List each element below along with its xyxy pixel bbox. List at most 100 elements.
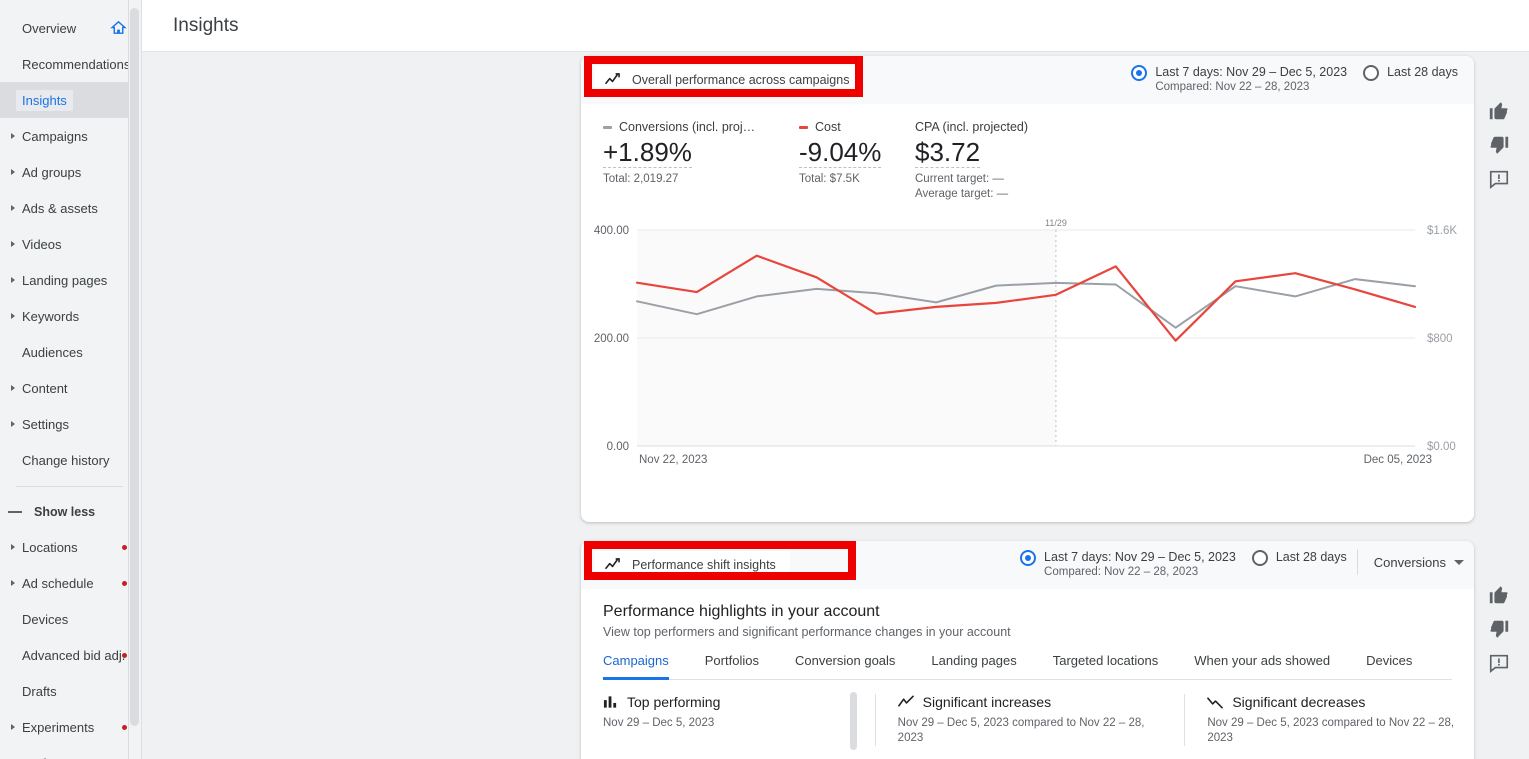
sidebar-scrollbar[interactable] (128, 0, 141, 759)
sidebar-item-advanced-bid-adj[interactable]: Advanced bid adj. (0, 637, 141, 673)
performance-shift-card-header: Performance shift insights Last 7 days: … (581, 541, 1474, 589)
sidebar-item-overview[interactable]: Overview (0, 10, 141, 46)
card2-date-range-selector: Last 7 days: Nov 29 – Dec 5, 2023 Compar… (1016, 549, 1464, 580)
card2-last7days-option[interactable]: Last 7 days: Nov 29 – Dec 5, 2023 Compar… (1020, 549, 1236, 580)
tab-campaigns[interactable]: Campaigns (603, 653, 669, 679)
sidebar-item-content[interactable]: Content (0, 370, 141, 406)
tab-devices[interactable]: Devices (1366, 653, 1412, 679)
sidebar-item-audiences[interactable]: Audiences (0, 334, 141, 370)
sidebar-item-locations[interactable]: Locations (0, 529, 141, 565)
sidebar-item-label: Insights (16, 90, 73, 111)
chevron-right-icon (11, 169, 15, 175)
sidebar-item-ads-assets[interactable]: Ads & assets (0, 190, 141, 226)
column-scrollbar-thumb[interactable] (850, 692, 857, 750)
svg-text:11/29: 11/29 (1045, 218, 1067, 228)
overall-performance-chip[interactable]: Overall performance across campaigns (595, 66, 863, 94)
sidebar-item-performance[interactable]: Performance (0, 745, 141, 759)
sidebar-item-label: Locations (22, 540, 78, 555)
svg-text:$1.6K: $1.6K (1427, 225, 1457, 237)
show-less-button[interactable]: Show less (0, 495, 141, 529)
sidebar-item-label: Drafts (22, 684, 57, 699)
tab-conversion-goals[interactable]: Conversion goals (795, 653, 895, 679)
sidebar-item-videos[interactable]: Videos (0, 226, 141, 262)
performance-shift-body: Performance highlights in your account V… (581, 589, 1474, 746)
sidebar-item-experiments[interactable]: Experiments (0, 709, 141, 745)
metric-cost[interactable]: Cost -9.04% Total: $7.5K (799, 120, 901, 202)
performance-shift-chip[interactable]: Performance shift insights (595, 551, 790, 579)
card1-last28days-label: Last 28 days (1387, 64, 1458, 80)
metric-cpa-average-target: Average target: — (915, 187, 1115, 202)
metric-cost-value: -9.04% (799, 137, 881, 168)
app-root: Overview Recommendations Insights Campai… (0, 0, 1529, 759)
sidebar-item-insights[interactable]: Insights (0, 82, 141, 118)
sidebar-item-recommendations[interactable]: Recommendations (0, 46, 141, 82)
feedback-comment-icon[interactable] (1488, 652, 1510, 674)
sidebar-divider (16, 486, 123, 487)
main-region: Insights Overall performance across camp… (141, 0, 1529, 759)
metric-cpa[interactable]: CPA (incl. projected) $3.72 Current targ… (915, 120, 1115, 202)
radio-selected-icon[interactable] (1020, 550, 1036, 566)
metric-conversions[interactable]: Conversions (incl. proj… +1.89% Total: 2… (603, 120, 785, 202)
metric-cpa-current-target: Current target: — (915, 172, 1115, 187)
chart-x-start-label: Nov 22, 2023 (639, 454, 707, 466)
sidebar-item-ad-schedule[interactable]: Ad schedule (0, 565, 141, 601)
sidebar-scrollbar-thumb[interactable] (130, 8, 139, 726)
chevron-down-icon (1454, 560, 1464, 565)
column-significant-increases: Significant increases Nov 29 – Dec 5, 20… (875, 694, 1185, 746)
tab-portfolios[interactable]: Portfolios (705, 653, 759, 679)
card2-last28days-option[interactable]: Last 28 days (1252, 549, 1347, 566)
sidebar-item-settings[interactable]: Settings (0, 406, 141, 442)
chart-x-end-label: Dec 05, 2023 (1364, 454, 1432, 466)
sidebar-item-devices[interactable]: Devices (0, 601, 141, 637)
card1-last7days-option[interactable]: Last 7 days: Nov 29 – Dec 5, 2023 Compar… (1131, 64, 1347, 95)
thumb-down-icon[interactable] (1488, 134, 1510, 156)
sidebar-item-label: Ads & assets (22, 201, 98, 216)
notification-dot-icon (122, 653, 127, 658)
home-icon[interactable] (110, 19, 127, 36)
radio-unselected-icon[interactable] (1363, 65, 1379, 81)
trend-up-icon (898, 695, 914, 709)
chevron-right-icon (11, 385, 15, 391)
performance-shift-insights-card: Performance shift insights Last 7 days: … (581, 541, 1474, 759)
chevron-right-icon (11, 313, 15, 319)
sidebar-item-label: Ad groups (22, 165, 81, 180)
metric-cpa-value: $3.72 (915, 137, 980, 168)
thumb-up-icon[interactable] (1488, 100, 1510, 122)
sidebar-item-label: Change history (22, 453, 109, 468)
metric-dropdown[interactable]: Conversions (1357, 549, 1464, 575)
page-header: Insights (141, 0, 1529, 52)
card1-last28days-option[interactable]: Last 28 days (1363, 64, 1458, 81)
sidebar-item-label: Recommendations (22, 57, 130, 72)
sidebar-item-change-history[interactable]: Change history (0, 442, 141, 478)
sidebar-item-label: Ad schedule (22, 576, 94, 591)
sidebar-item-landing-pages[interactable]: Landing pages (0, 262, 141, 298)
card1-feedback-rail (1475, 100, 1523, 190)
thumb-up-icon[interactable] (1488, 584, 1510, 606)
sidebar-item-drafts[interactable]: Drafts (0, 673, 141, 709)
tab-landing-pages[interactable]: Landing pages (931, 653, 1016, 679)
column-top-performing: Top performing Nov 29 – Dec 5, 2023 (603, 694, 875, 746)
insights-content: Overall performance across campaigns Las… (141, 52, 1529, 759)
chevron-right-icon (11, 277, 15, 283)
radio-selected-icon[interactable] (1131, 65, 1147, 81)
metric-cpa-label: CPA (incl. projected) (915, 120, 1028, 134)
svg-text:0.00: 0.00 (607, 441, 629, 453)
sidebar-item-campaigns[interactable]: Campaigns (0, 118, 141, 154)
sidebar-item-keywords[interactable]: Keywords (0, 298, 141, 334)
feedback-comment-icon[interactable] (1488, 168, 1510, 190)
svg-text:200.00: 200.00 (594, 333, 629, 345)
chevron-right-icon (11, 133, 15, 139)
metric-conversions-total: Total: 2,019.27 (603, 172, 785, 187)
overall-performance-chip-label: Overall performance across campaigns (632, 73, 849, 87)
sidebar-item-label: Campaigns (22, 129, 88, 144)
sidebar-item-ad-groups[interactable]: Ad groups (0, 154, 141, 190)
metric-cost-total: Total: $7.5K (799, 172, 901, 187)
tab-when-your-ads-showed[interactable]: When your ads showed (1194, 653, 1330, 679)
sidebar-item-label: Overview (22, 21, 76, 36)
tab-targeted-locations[interactable]: Targeted locations (1053, 653, 1159, 679)
radio-unselected-icon[interactable] (1252, 550, 1268, 566)
performance-shift-chip-label: Performance shift insights (632, 558, 776, 572)
trend-arrow-icon (605, 73, 620, 87)
thumb-down-icon[interactable] (1488, 618, 1510, 640)
sidebar-item-label: Experiments (22, 720, 94, 735)
